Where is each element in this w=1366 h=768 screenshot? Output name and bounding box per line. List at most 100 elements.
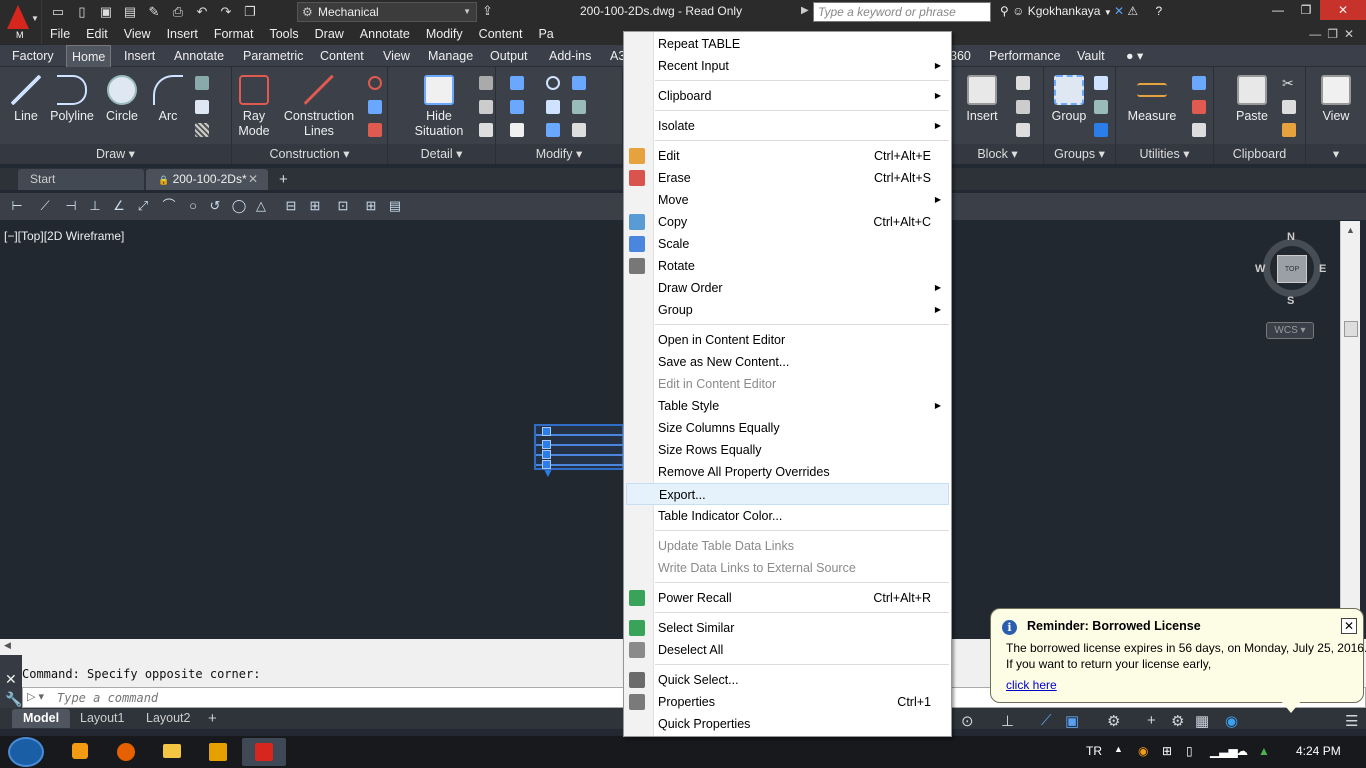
- vertical-dimension-icon[interactable]: ⊥: [86, 197, 104, 215]
- menu-item-recent-input[interactable]: Recent Input ▶: [626, 55, 949, 77]
- tab-layout2[interactable]: Layout2: [146, 709, 190, 728]
- command-input[interactable]: [57, 690, 617, 705]
- menu-item-table-style[interactable]: Table Style ▶: [626, 395, 949, 417]
- tray-expand-icon[interactable]: ▲: [1114, 744, 1123, 754]
- ungroup-icon[interactable]: [1094, 76, 1108, 90]
- menu-item-save-as-new-content[interactable]: Save as New Content...: [626, 351, 949, 373]
- cloud-icon[interactable]: ☁: [1236, 744, 1248, 758]
- construction-erase-icon[interactable]: [368, 123, 382, 137]
- ribbon-tab-add-ins[interactable]: Add-ins: [549, 45, 591, 67]
- document-window-controls[interactable]: —❐✕: [1309, 24, 1360, 44]
- tray-app-icon[interactable]: ◉: [1138, 744, 1148, 758]
- menu-item-rotate[interactable]: Rotate: [626, 255, 949, 277]
- ribbon-tab-home[interactable]: Home: [66, 45, 112, 67]
- construction-lines-tool[interactable]: Construction Lines: [280, 75, 358, 139]
- workspace-dropdown[interactable]: ⚙ Mechanical ▼: [297, 2, 477, 22]
- diameter-icon[interactable]: ○: [184, 197, 202, 215]
- dimension-space-icon[interactable]: ⊡: [334, 197, 352, 215]
- menu-item-copy[interactable]: Copy Ctrl+Alt+C: [626, 211, 949, 233]
- menu-draw[interactable]: Draw: [307, 24, 352, 45]
- autocad-taskbar-icon[interactable]: [242, 738, 286, 766]
- new-tab-button[interactable]: +: [276, 169, 296, 190]
- continue-icon[interactable]: ⊞: [306, 197, 324, 215]
- mirror-icon[interactable]: [546, 100, 560, 114]
- construction-panel-title[interactable]: Construction ▾: [232, 144, 387, 164]
- gear-icon[interactable]: ⚙: [1107, 712, 1120, 730]
- ribbon-tab-parametric[interactable]: Parametric: [243, 45, 303, 67]
- osnap-icon[interactable]: ⊥: [1001, 712, 1014, 730]
- plot-icon[interactable]: ⎙: [168, 3, 188, 21]
- media-player-icon[interactable]: [58, 738, 102, 766]
- application-menu-button[interactable]: M ▼: [0, 0, 42, 44]
- open-sheet-icon[interactable]: ▣: [96, 3, 116, 21]
- user-name[interactable]: Kgokhankaya: [1028, 4, 1101, 18]
- menu-item-quick-properties[interactable]: Quick Properties: [626, 713, 949, 735]
- move-icon[interactable]: [510, 76, 524, 90]
- block-attributes-icon[interactable]: [1016, 123, 1030, 137]
- block-panel-title[interactable]: Block ▾: [952, 144, 1043, 164]
- workspace-tab-menu[interactable]: ● ▾: [1126, 45, 1143, 67]
- search-input[interactable]: Type a keyword or phrase: [813, 2, 991, 22]
- menu-item-power-recall[interactable]: Power Recall Ctrl+Alt+R: [626, 587, 949, 609]
- paste-tool[interactable]: Paste: [1228, 75, 1276, 124]
- phone-icon[interactable]: ▯: [1186, 744, 1193, 758]
- detail-icon[interactable]: [479, 76, 493, 90]
- magnet-icon[interactable]: [1192, 100, 1206, 114]
- scroll-left-icon[interactable]: ◀: [4, 640, 11, 651]
- list-icon[interactable]: ▤: [386, 197, 404, 215]
- menu-content[interactable]: Content: [471, 24, 531, 45]
- arc-tool[interactable]: Arc: [150, 75, 186, 124]
- drive-icon[interactable]: ▲: [1258, 744, 1270, 758]
- horizontal-dimension-icon[interactable]: ⊣: [62, 197, 80, 215]
- array-icon[interactable]: [572, 76, 586, 90]
- menu-item-size-rows-equally[interactable]: Size Rows Equally: [626, 439, 949, 461]
- exchange-icon[interactable]: ✕: [1114, 4, 1124, 18]
- ray-mode-tool[interactable]: Ray Mode: [236, 75, 272, 139]
- customize-icon[interactable]: ☰: [1345, 712, 1358, 730]
- compass-east[interactable]: E: [1319, 263, 1326, 275]
- create-block-icon[interactable]: [1016, 76, 1030, 90]
- insert-block-tool[interactable]: Insert: [962, 75, 1002, 124]
- user-icon[interactable]: ☺: [1012, 4, 1028, 18]
- detail-edit-icon[interactable]: [479, 123, 493, 137]
- tab-layout1[interactable]: Layout1: [80, 709, 124, 728]
- edit-block-icon[interactable]: [1016, 100, 1030, 114]
- ribbon-tab-content[interactable]: Content: [320, 45, 364, 67]
- menu-item-table-indicator-color[interactable]: Table Indicator Color...: [626, 505, 949, 527]
- new-icon[interactable]: ▭: [48, 3, 68, 21]
- menu-pa[interactable]: Pa: [530, 24, 561, 45]
- menu-item-scale[interactable]: Scale: [626, 233, 949, 255]
- viewcube-top[interactable]: TOP: [1277, 255, 1307, 283]
- explorer-icon[interactable]: [150, 738, 194, 766]
- workspace-switch-icon[interactable]: ❐: [240, 3, 260, 21]
- annotation-icon[interactable]: ▣: [1065, 712, 1079, 730]
- clipboard-panel-title[interactable]: Clipboard: [1214, 144, 1305, 164]
- menu-file[interactable]: File: [42, 24, 78, 45]
- gear-icon[interactable]: [479, 100, 493, 114]
- ribbon-minimize[interactable]: ▾: [1306, 144, 1366, 164]
- help-icon[interactable]: ?: [1155, 4, 1162, 18]
- command-grip[interactable]: ✕ 🔧: [0, 655, 22, 708]
- groups-panel-title[interactable]: Groups ▾: [1044, 144, 1115, 164]
- tab-drawing[interactable]: 🔒 200-100-2Ds* ✕: [146, 169, 268, 190]
- grid-display-icon[interactable]: ▦: [1195, 712, 1209, 730]
- search-expand-icon[interactable]: ▶: [801, 5, 809, 16]
- table-bottom-grip[interactable]: ▼: [542, 466, 554, 480]
- ribbon-tab-manage[interactable]: Manage: [428, 45, 473, 67]
- menu-insert[interactable]: Insert: [159, 24, 206, 45]
- menu-item-group[interactable]: Group ▶: [626, 299, 949, 321]
- menu-item-open-in-content-editor[interactable]: Open in Content Editor: [626, 329, 949, 351]
- signal-icon[interactable]: ▁▃▅: [1210, 744, 1238, 758]
- wcs-menu[interactable]: WCS ▾: [1266, 322, 1314, 339]
- ribbon-tab-factory[interactable]: Factory: [12, 45, 54, 67]
- binoculars-icon[interactable]: ⚲: [1000, 4, 1009, 18]
- aligned-dimension-icon[interactable]: ⟋: [36, 197, 54, 215]
- linear-dimension-icon[interactable]: ⊢: [8, 197, 26, 215]
- ribbon-tab-view[interactable]: View: [383, 45, 410, 67]
- utilities-panel-title[interactable]: Utilities ▾: [1116, 144, 1213, 164]
- copy-clip-icon[interactable]: [1282, 100, 1296, 114]
- line-variant-icon[interactable]: [195, 76, 209, 90]
- calculator-icon[interactable]: [1192, 123, 1206, 137]
- ordinate-icon[interactable]: ⤢: [134, 197, 152, 215]
- view-tool[interactable]: View: [1316, 75, 1356, 124]
